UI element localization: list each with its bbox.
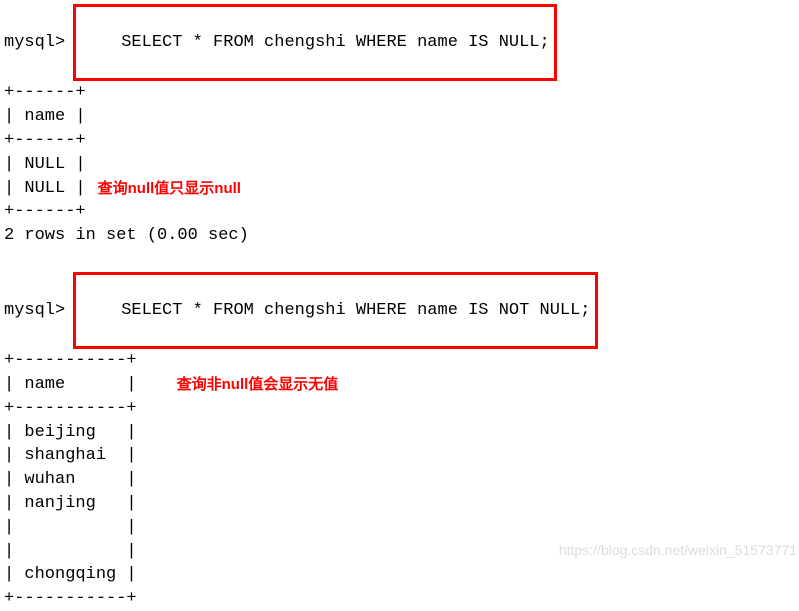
- annotation-2: 查询非null值会显示无值: [177, 374, 339, 395]
- table-row: | beijing |: [4, 421, 799, 445]
- table-separator: +------+: [4, 129, 799, 153]
- annotation-1: 查询null值只显示null: [98, 178, 241, 199]
- table-separator: +------+: [4, 81, 799, 105]
- table-separator: +-----------+: [4, 587, 799, 611]
- blank-line: [4, 248, 799, 272]
- table-row: | |: [4, 540, 799, 564]
- table-header: | name |: [4, 373, 137, 397]
- table-row: | shanghai |: [4, 444, 799, 468]
- table-row: | wuhan |: [4, 468, 799, 492]
- table-row: | |: [4, 516, 799, 540]
- sql-query-1: SELECT * FROM chengshi WHERE name IS NUL…: [73, 4, 556, 81]
- mysql-prompt: mysql>: [4, 31, 65, 55]
- table-row: | NULL |: [4, 177, 86, 201]
- table-separator: +------+: [4, 200, 799, 224]
- table-separator: +-----------+: [4, 397, 799, 421]
- table-separator: +-----------+: [4, 349, 799, 373]
- query1-line: mysql> SELECT * FROM chengshi WHERE name…: [4, 4, 799, 81]
- table-row: | nanjing |: [4, 492, 799, 516]
- table-row: | NULL |: [4, 153, 799, 177]
- mysql-prompt: mysql>: [4, 299, 65, 323]
- table-row: | chongqing |: [4, 563, 799, 587]
- query2-line: mysql> SELECT * FROM chengshi WHERE name…: [4, 272, 799, 349]
- table-header: | name |: [4, 105, 799, 129]
- sql-query-2: SELECT * FROM chengshi WHERE name IS NOT…: [73, 272, 597, 349]
- result-footer: 2 rows in set (0.00 sec): [4, 224, 799, 248]
